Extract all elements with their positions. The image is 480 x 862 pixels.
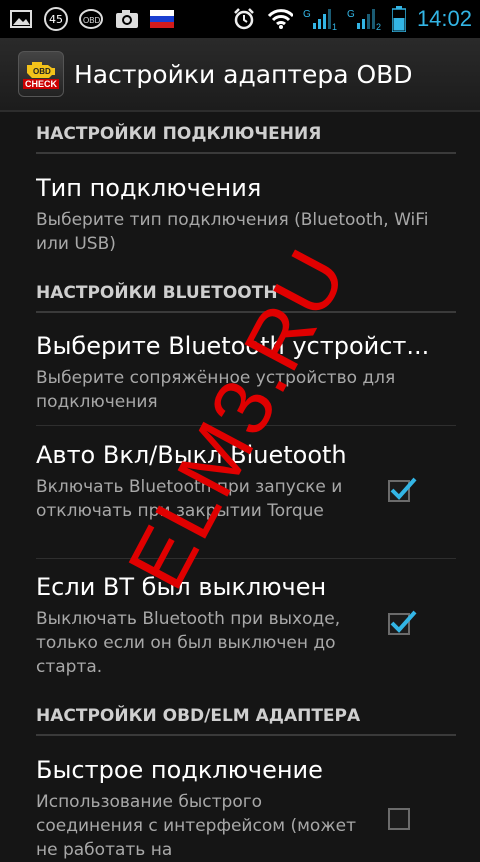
action-bar: OBD CHECK Настройки адаптера OBD bbox=[0, 38, 480, 112]
camera-icon bbox=[114, 7, 140, 31]
svg-text:2: 2 bbox=[376, 22, 381, 31]
pref-summary: Выберите сопряжённое устройство для подк… bbox=[36, 368, 396, 412]
pref-title: Если BT был выключен bbox=[36, 573, 327, 601]
pref-title: Быстрое подключение bbox=[36, 756, 323, 784]
page-title: Настройки адаптера OBD bbox=[74, 59, 413, 89]
signal-sim2-icon: G2 bbox=[347, 7, 381, 31]
gallery-icon bbox=[8, 7, 34, 31]
section-header-bluetooth: НАСТРОЙКИ BLUETOOTH bbox=[36, 283, 456, 313]
pref-summary: Выберите тип подключения (Bluetooth, WiF… bbox=[36, 210, 429, 254]
bt-was-off-checkbox[interactable] bbox=[388, 610, 417, 635]
pref-connection-type[interactable]: Тип подключения Выберите тип подключения… bbox=[36, 174, 456, 256]
app-icon[interactable]: OBD CHECK bbox=[18, 51, 64, 97]
app-icon-check-label: CHECK bbox=[22, 79, 59, 89]
auto-bluetooth-checkbox[interactable] bbox=[388, 477, 417, 502]
alarm-icon bbox=[231, 7, 257, 31]
divider bbox=[36, 558, 456, 559]
clock: 14:02 bbox=[416, 6, 472, 31]
svg-text:G: G bbox=[303, 9, 311, 20]
flag-ru-icon bbox=[150, 10, 174, 28]
status-bar: 45 OBD G1 G2 14:02 bbox=[0, 0, 480, 38]
obd-icon: OBD bbox=[78, 7, 104, 31]
pref-summary: Использование быстрого соединения с инте… bbox=[36, 792, 356, 860]
section-header-obd: НАСТРОЙКИ OBD/ELM АДАПТЕРА bbox=[36, 706, 456, 736]
svg-text:G: G bbox=[347, 9, 355, 20]
engine-icon: OBD bbox=[27, 62, 55, 78]
wifi-icon bbox=[267, 7, 293, 31]
signal-sim1-icon: G1 bbox=[303, 7, 337, 31]
checkmark-icon bbox=[390, 610, 417, 633]
pref-summary: Выключать Bluetooth при выходе, только е… bbox=[36, 609, 341, 677]
pref-title: Выберите Bluetooth устройст... bbox=[36, 332, 430, 360]
pref-title: Тип подключения bbox=[36, 174, 262, 202]
pref-title: Авто Вкл/Выкл Bluetooth bbox=[36, 441, 347, 469]
checkmark-icon bbox=[390, 477, 417, 500]
notification-count-badge: 45 bbox=[44, 7, 68, 31]
pref-bluetooth-device[interactable]: Выберите Bluetooth устройст... Выберите … bbox=[36, 332, 456, 414]
svg-text:1: 1 bbox=[332, 22, 337, 31]
fast-connect-checkbox[interactable] bbox=[388, 808, 410, 830]
pref-summary: Включать Bluetooth при запуске и отключа… bbox=[36, 477, 343, 521]
svg-text:OBD: OBD bbox=[83, 16, 101, 25]
divider bbox=[36, 425, 456, 426]
battery-icon bbox=[391, 6, 407, 32]
section-header-connection: НАСТРОЙКИ ПОДКЛЮЧЕНИЯ bbox=[36, 124, 456, 154]
svg-text:OBD: OBD bbox=[33, 67, 51, 76]
